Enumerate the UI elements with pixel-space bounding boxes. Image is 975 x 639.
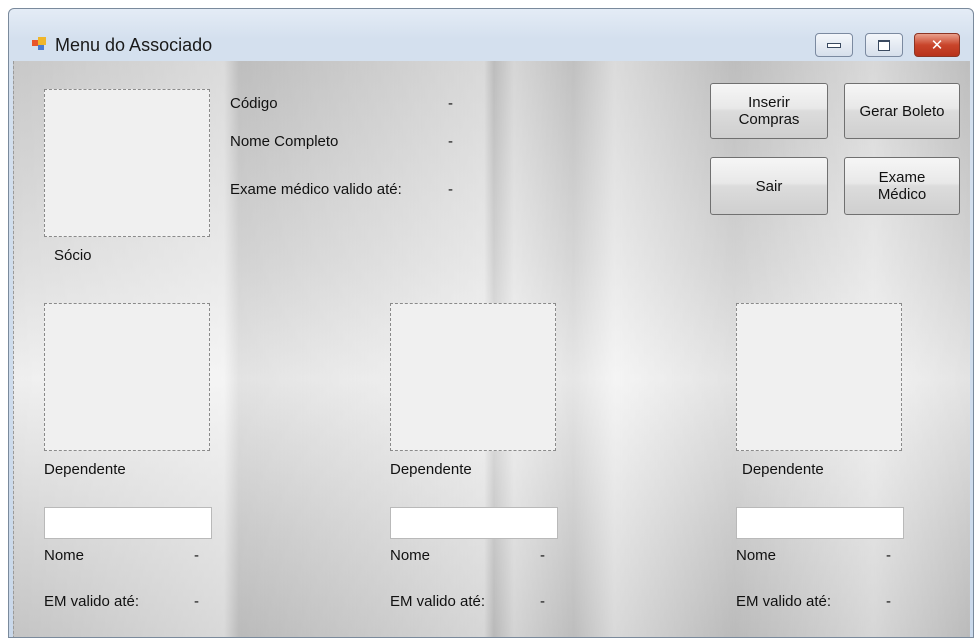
- close-icon: ✕: [930, 35, 944, 54]
- gerar-boleto-button[interactable]: Gerar Boleto: [844, 83, 960, 139]
- dependent-3-name-value: -: [886, 547, 891, 564]
- maximize-button[interactable]: [865, 33, 903, 57]
- medical-exam-value: -: [448, 181, 453, 198]
- dependent-2-em-label: EM valido até:: [390, 593, 486, 610]
- dependent-1-name-input[interactable]: [44, 507, 212, 539]
- dependent-1-em-value: -: [194, 593, 199, 610]
- code-value: -: [448, 95, 453, 112]
- dependent-3-photo[interactable]: [736, 303, 902, 451]
- minimize-button[interactable]: [815, 33, 853, 57]
- dependent-1-em-label: EM valido até:: [44, 593, 140, 610]
- dependent-2-name-label: Nome: [390, 547, 431, 564]
- socio-photo-caption: Sócio: [54, 247, 92, 264]
- dependent-1-name-label: Nome: [44, 547, 85, 564]
- dependent-2-name-value: -: [540, 547, 545, 564]
- minimize-icon: [827, 42, 841, 48]
- form-client-area: Sócio Código - Nome Completo - Exame méd…: [13, 61, 970, 637]
- socio-photo[interactable]: [44, 89, 210, 237]
- dependent-3-em-label: EM valido até:: [736, 593, 832, 610]
- dependent-2-caption: Dependente: [390, 461, 472, 478]
- dependent-2-name-input[interactable]: [390, 507, 558, 539]
- dependent-1-name-value: -: [194, 547, 199, 564]
- full-name-label: Nome Completo: [230, 133, 339, 150]
- app-window-icon: [32, 37, 46, 50]
- close-button[interactable]: ✕: [914, 33, 960, 57]
- code-label: Código: [230, 95, 278, 112]
- full-name-value: -: [448, 133, 453, 150]
- sair-button[interactable]: Sair: [710, 157, 828, 215]
- window-title: Menu do Associado: [55, 35, 213, 55]
- dependent-2-em-value: -: [540, 593, 545, 610]
- dependent-3-name-input[interactable]: [736, 507, 904, 539]
- dependent-1-photo[interactable]: [44, 303, 210, 451]
- maximize-icon: [878, 39, 890, 51]
- medical-exam-label: Exame médico valido até:: [230, 181, 402, 198]
- dependent-3-name-label: Nome: [736, 547, 777, 564]
- dependent-3-caption: Dependente: [742, 461, 824, 478]
- title-bar[interactable]: Menu do Associado ✕: [9, 9, 973, 61]
- inserir-compras-button[interactable]: Inserir Compras: [710, 83, 828, 139]
- dependent-3-em-value: -: [886, 593, 891, 610]
- exame-medico-button[interactable]: Exame Médico: [844, 157, 960, 215]
- dependent-2-photo[interactable]: [390, 303, 556, 451]
- dependent-1-caption: Dependente: [44, 461, 126, 478]
- app-window: Menu do Associado ✕ Sócio Código - Nome …: [8, 8, 974, 638]
